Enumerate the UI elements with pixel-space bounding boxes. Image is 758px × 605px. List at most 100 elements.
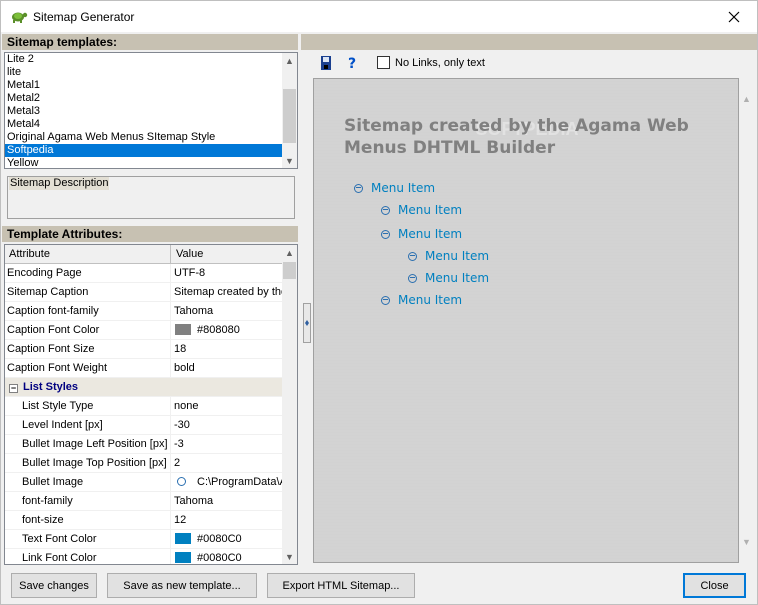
template-item[interactable]: Yellow — [5, 157, 297, 168]
preview-scrollbar[interactable]: ▲ ▼ — [739, 78, 754, 563]
attribute-row[interactable]: Text Font Color #0080C0 — [5, 530, 283, 549]
attribute-row[interactable]: Caption Font Size 18 — [5, 340, 283, 359]
preview-menu-item[interactable]: Menu Item — [381, 203, 462, 217]
preview-menu-item[interactable]: Menu Item — [354, 181, 435, 195]
template-item[interactable]: Original Agama Web Menus SItemap Style — [5, 131, 297, 144]
scroll-thumb[interactable] — [283, 89, 296, 143]
attribute-value[interactable]: C:\ProgramData\A — [172, 473, 283, 492]
attribute-value[interactable]: #0080C0 — [172, 549, 283, 564]
attribute-value[interactable]: Sitemap created by the — [172, 283, 283, 302]
save-as-new-template-button[interactable]: Save as new template... — [107, 573, 257, 598]
template-item[interactable]: Metal1 — [5, 79, 297, 92]
attribute-value[interactable]: -30 — [172, 416, 283, 435]
panel-splitter[interactable] — [303, 303, 311, 343]
preview-toolbar: ? No Links, only text — [313, 52, 753, 76]
attribute-value[interactable]: 18 — [172, 340, 283, 359]
bullet-icon — [381, 295, 390, 305]
preview-menu-item[interactable]: Menu Item — [381, 227, 462, 241]
description-box[interactable]: Sitemap Description — [7, 176, 295, 219]
scroll-up-icon[interactable]: ▲ — [282, 245, 297, 260]
templates-header: Sitemap templates: — [2, 34, 298, 50]
scroll-down-icon[interactable]: ▼ — [742, 537, 751, 547]
attribute-name: Bullet Image Left Position [px] — [5, 435, 171, 454]
templates-listbox[interactable]: Lite 2 lite Metal1 Metal2 Metal3 Metal4 Origin… — [4, 52, 298, 169]
list-styles-group[interactable]: − List Styles — [5, 378, 283, 397]
attribute-name: Encoding Page — [5, 264, 171, 283]
templates-scrollbar[interactable]: ▲ ▼ — [282, 53, 297, 168]
attribute-value[interactable]: bold — [172, 359, 283, 378]
preview-menu-item[interactable]: Menu Item — [408, 271, 489, 285]
attribute-row[interactable]: List Style Type none — [5, 397, 283, 416]
attribute-row[interactable]: Caption font-family Tahoma — [5, 302, 283, 321]
scroll-down-icon[interactable]: ▼ — [282, 549, 297, 564]
right-header-bar — [301, 34, 757, 50]
attribute-row[interactable]: Level Indent [px] -30 — [5, 416, 283, 435]
preview-menu-item[interactable]: Menu Item — [408, 249, 489, 263]
template-item[interactable]: Lite 2 — [5, 53, 297, 66]
collapse-minus-icon[interactable]: − — [9, 384, 18, 393]
scroll-thumb[interactable] — [283, 262, 296, 279]
attribute-row[interactable]: Bullet Image Top Position [px] 2 — [5, 454, 283, 473]
attribute-row[interactable]: Bullet Image C:\ProgramData\A — [5, 473, 283, 492]
scroll-up-icon[interactable]: ▲ — [282, 53, 297, 68]
no-links-option[interactable]: No Links, only text — [377, 56, 485, 69]
attribute-value-text: 12 — [174, 514, 187, 526]
attribute-value-text: Tahoma — [174, 305, 214, 317]
help-icon[interactable]: ? — [343, 54, 361, 72]
attribute-value[interactable]: #0080C0 — [172, 530, 283, 549]
no-links-checkbox[interactable] — [377, 56, 390, 69]
attribute-value-text: #808080 — [197, 324, 240, 336]
bullet-icon — [354, 183, 363, 193]
export-html-sitemap-button[interactable]: Export HTML Sitemap... — [267, 573, 415, 598]
scroll-up-icon[interactable]: ▲ — [742, 94, 751, 104]
attribute-row[interactable]: Sitemap Caption Sitemap created by the — [5, 283, 283, 302]
save-disk-icon[interactable] — [317, 54, 335, 72]
sitemap-preview: SOFTPEDIA Sitemap created by the Agama W… — [313, 78, 739, 563]
template-item[interactable]: lite — [5, 66, 297, 79]
attribute-name: Link Font Color — [5, 549, 171, 564]
template-item[interactable]: Metal4 — [5, 118, 297, 131]
template-item[interactable]: Metal2 — [5, 92, 297, 105]
bullet-icon — [408, 273, 417, 283]
group-title: List Styles — [23, 381, 79, 393]
attribute-value[interactable]: Tahoma — [172, 302, 283, 321]
scroll-down-icon[interactable]: ▼ — [282, 153, 297, 168]
close-button[interactable]: Close — [683, 573, 746, 598]
attribute-value[interactable]: Tahoma — [172, 492, 283, 511]
attribute-row[interactable]: Caption Font Weight bold — [5, 359, 283, 378]
attribute-row[interactable]: font-family Tahoma — [5, 492, 283, 511]
template-item[interactable]: Metal3 — [5, 105, 297, 118]
grid-header: Attribute Value — [5, 245, 283, 264]
attribute-row[interactable]: Caption Font Color #808080 — [5, 321, 283, 340]
attribute-value-text: bold — [174, 362, 195, 374]
attribute-row[interactable]: font-size 12 — [5, 511, 283, 530]
attribute-name: font-size — [5, 511, 171, 530]
attribute-value-text: #0080C0 — [197, 533, 242, 545]
col-value[interactable]: Value — [172, 245, 283, 264]
attributes-grid[interactable]: Attribute Value Encoding Page UTF-8 Sitema… — [4, 244, 298, 565]
attribute-value[interactable]: 2 — [172, 454, 283, 473]
save-changes-button[interactable]: Save changes — [11, 573, 97, 598]
attribute-value-text: UTF-8 — [174, 267, 206, 279]
attribute-row[interactable]: Link Font Color #0080C0 — [5, 549, 283, 564]
attributes-header: Template Attributes: — [2, 226, 298, 242]
attribute-value[interactable]: UTF-8 — [172, 264, 283, 283]
attribute-value-text: none — [174, 400, 199, 412]
template-item[interactable]: Softpedia — [5, 144, 297, 157]
grid-scrollbar[interactable]: ▲ ▼ — [282, 245, 297, 564]
menu-item-label: Menu Item — [398, 293, 463, 307]
attribute-name: Caption Font Size — [5, 340, 171, 359]
preview-menu-item[interactable]: Menu Item — [381, 293, 462, 307]
attribute-value[interactable]: 12 — [172, 511, 283, 530]
attribute-value-text: 18 — [174, 343, 187, 355]
col-attribute[interactable]: Attribute — [5, 245, 171, 264]
close-window-icon[interactable] — [711, 1, 757, 32]
menu-item-label: Menu Item — [371, 181, 436, 195]
attribute-value[interactable]: #808080 — [172, 321, 283, 340]
bullet-icon — [408, 251, 417, 261]
attribute-row[interactable]: Bullet Image Left Position [px] -3 — [5, 435, 283, 454]
attribute-value[interactable]: none — [172, 397, 283, 416]
attribute-value[interactable]: -3 — [172, 435, 283, 454]
attribute-row[interactable]: Encoding Page UTF-8 — [5, 264, 283, 283]
title-bar: Sitemap Generator — [1, 1, 757, 32]
